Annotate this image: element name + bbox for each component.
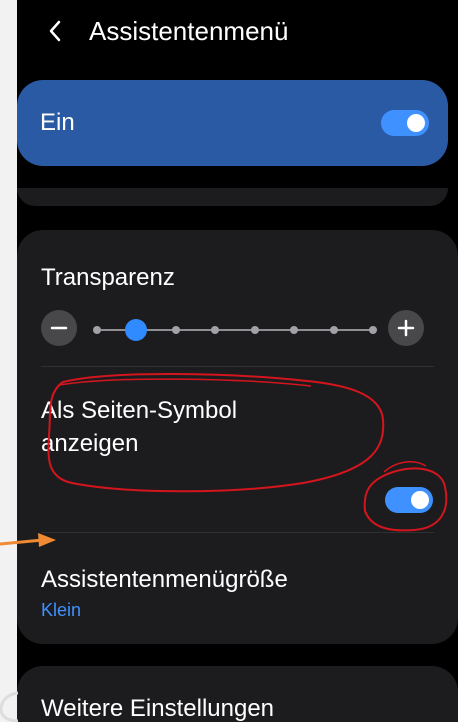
slider-step[interactable] — [369, 326, 377, 334]
switch-knob — [411, 491, 429, 509]
side-symbol-label: Als Seiten-Symbol anzeigen — [41, 397, 238, 457]
chevron-left-icon[interactable] — [43, 13, 67, 49]
slider-step[interactable] — [171, 326, 180, 334]
more-settings-row[interactable]: Weitere Einstellungen — [17, 666, 458, 722]
slider-step[interactable] — [290, 326, 299, 334]
assistant-menu-size-label: Assistentenmenügröße — [41, 566, 288, 593]
watermark-icon — [0, 691, 18, 722]
master-toggle-label: Ein — [40, 109, 75, 136]
increase-transparency-button[interactable] — [388, 310, 424, 346]
slider-step[interactable] — [250, 326, 259, 334]
transparency-label: Transparenz — [41, 264, 175, 291]
assistant-menu-settings-card: Transparenz Als Seiten-Symbol anzeigen A… — [17, 230, 458, 644]
slider-step[interactable] — [211, 326, 220, 334]
divider — [41, 366, 434, 367]
screenshot: Assistentenmenü Ein Transparenz Als Seit… — [0, 0, 458, 722]
master-toggle-switch[interactable] — [381, 110, 429, 136]
decrease-transparency-button[interactable] — [41, 310, 77, 346]
slider-thumb[interactable] — [125, 319, 148, 341]
slider-step[interactable] — [329, 326, 338, 334]
assistant-menu-size-value: Klein — [41, 600, 82, 620]
switch-knob — [407, 114, 425, 132]
master-toggle-row[interactable]: Ein — [17, 80, 448, 166]
phone-screen: Assistentenmenü Ein Transparenz Als Seit… — [17, 0, 458, 722]
more-settings-label: Weitere Einstellungen — [41, 695, 275, 722]
slider-step[interactable] — [93, 326, 101, 334]
divider — [41, 532, 434, 533]
top-app-bar: Assistentenmenü — [17, 0, 458, 66]
transparency-slider[interactable] — [87, 318, 383, 342]
partially-hidden-settings-card — [17, 188, 448, 206]
assistant-menu-size-row[interactable]: Assistentenmenügröße Klein — [17, 552, 458, 634]
page-title: Assistentenmenü — [89, 16, 289, 46]
side-symbol-toggle-switch[interactable] — [385, 487, 433, 513]
